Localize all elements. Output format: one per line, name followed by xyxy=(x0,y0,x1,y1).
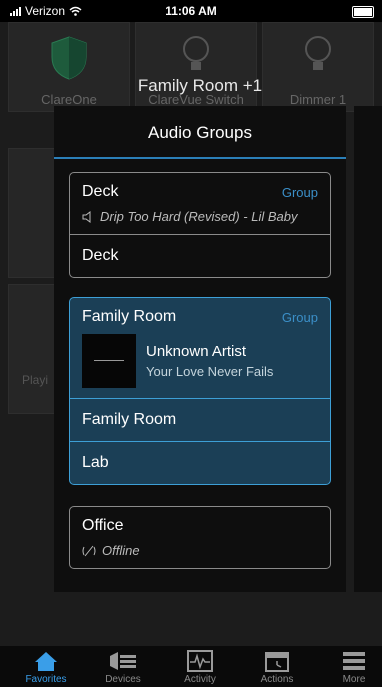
offline-speaker-icon xyxy=(82,545,96,556)
speaker-icon xyxy=(82,210,91,223)
modal-edge xyxy=(354,106,382,592)
modal-title: Audio Groups xyxy=(148,123,252,142)
group-header[interactable]: Office Offline xyxy=(70,507,330,568)
group-header[interactable]: Deck Group Drip Too Hard (Revised) - Lil… xyxy=(70,173,330,234)
now-playing: Unknown Artist Your Love Never Fails xyxy=(82,334,318,388)
group-button[interactable]: Group xyxy=(282,310,318,325)
status-text: Drip Too Hard (Revised) - Lil Baby xyxy=(100,209,298,224)
tab-label: More xyxy=(342,674,366,685)
tab-label: Favorites xyxy=(25,674,67,685)
tab-label: Actions xyxy=(260,674,294,685)
lightbulb-icon xyxy=(305,36,331,70)
group-card-family-room[interactable]: Family Room Group Unknown Artist Your Lo… xyxy=(69,297,331,485)
group-member[interactable]: Family Room xyxy=(70,398,330,441)
tab-activity[interactable]: Activity xyxy=(162,646,238,687)
artist-name: Unknown Artist xyxy=(146,343,247,360)
now-playing-status: Drip Too Hard (Revised) - Lil Baby xyxy=(82,209,318,224)
playing-label: Playi xyxy=(22,373,49,387)
tab-more[interactable]: More xyxy=(316,646,382,687)
status-text: Offline xyxy=(102,543,140,558)
activity-icon xyxy=(187,650,213,672)
audio-groups-modal: Audio Groups Deck Group Drip Too Hard (R… xyxy=(54,106,346,592)
battery-icon xyxy=(352,6,374,18)
lightbulb-icon xyxy=(183,36,209,70)
group-member[interactable]: Lab xyxy=(70,441,330,484)
group-member[interactable]: Deck xyxy=(70,234,330,277)
room-title: Family Room +1 xyxy=(137,76,263,95)
tab-label: Devices xyxy=(105,674,141,685)
devices-icon xyxy=(110,652,136,670)
menu-icon xyxy=(343,652,365,670)
group-card-deck[interactable]: Deck Group Drip Too Hard (Revised) - Lil… xyxy=(69,172,331,278)
favorite-tile-clareone[interactable]: ClareOne xyxy=(8,22,130,112)
favorite-tile-clarevue-switch[interactable]: ClareVue Switch xyxy=(135,22,257,112)
song-title: Your Love Never Fails xyxy=(146,364,274,379)
shield-icon xyxy=(51,36,87,80)
group-name: Office xyxy=(82,517,124,534)
group-header[interactable]: Family Room Group Unknown Artist Your Lo… xyxy=(70,298,330,398)
tab-actions[interactable]: Actions xyxy=(239,646,315,687)
favorite-tile-dimmer[interactable]: Dimmer 1 xyxy=(262,22,374,112)
tab-bar: Favorites Devices Activity Actions More xyxy=(0,646,382,687)
tab-favorites[interactable]: Favorites xyxy=(8,646,84,687)
tab-devices[interactable]: Devices xyxy=(85,646,161,687)
home-icon xyxy=(35,652,57,671)
album-art xyxy=(82,334,136,388)
clock: 11:06 AM xyxy=(165,4,217,18)
status-bar: Verizon 11:06 AM xyxy=(0,0,382,22)
group-button[interactable]: Group xyxy=(282,185,318,200)
group-card-office[interactable]: Office Offline xyxy=(69,506,331,569)
offline-status: Offline xyxy=(82,543,318,558)
tab-label: Activity xyxy=(184,674,216,685)
calendar-icon xyxy=(265,652,289,672)
divider xyxy=(54,157,346,159)
